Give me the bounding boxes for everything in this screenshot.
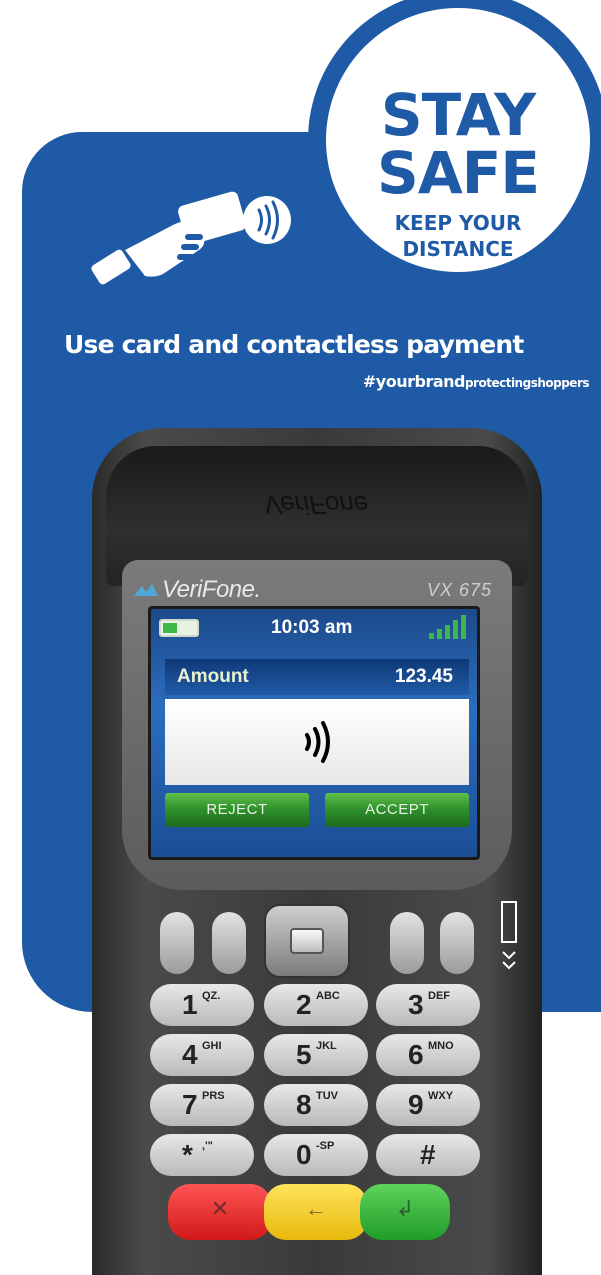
key-number: 8 (296, 1089, 312, 1120)
key-letters: PRS (202, 1090, 225, 1102)
backspace-arrow-icon: ← (305, 1196, 327, 1221)
function-key-3[interactable] (390, 912, 424, 974)
key-letters: DEF (428, 990, 450, 1002)
badge-inner-circle: STAY SAFE KEEP YOUR DISTANCE (326, 8, 590, 272)
key-letters: TUV (316, 1090, 338, 1102)
terminal-face: VeriFone. VX 675 10:03 am Amount 123.45 (122, 560, 512, 890)
key-letters: GHI (202, 1040, 222, 1052)
key-7[interactable]: 7 PRS (150, 1084, 254, 1126)
key-letters: ABC (316, 990, 340, 1002)
key-number: 9 (408, 1089, 424, 1120)
key-number: 1 (182, 989, 198, 1020)
hashtag-suffix: protectingshoppers (464, 376, 590, 390)
key-number: 4 (182, 1039, 198, 1070)
key-letters: JKL (316, 1040, 337, 1052)
badge-stay: STAY (380, 81, 536, 149)
hand-with-card-icon (91, 191, 291, 285)
cancel-key[interactable]: ✕ (168, 1184, 272, 1240)
key-number: # (420, 1139, 436, 1170)
function-key-1[interactable] (160, 912, 194, 974)
hashtag-brand: #yourbrand (362, 372, 466, 391)
model-number: VX 675 (426, 580, 492, 600)
key-number: 2 (296, 989, 312, 1020)
amount-label: Amount (177, 666, 249, 687)
signal-strength-icon (429, 615, 466, 639)
key-3[interactable]: 3 DEF (376, 984, 480, 1026)
tap-area (165, 699, 469, 785)
function-key-2[interactable] (212, 912, 246, 974)
verifone-logo-icon (134, 584, 158, 596)
navigation-center-button[interactable] (290, 928, 324, 954)
key-number: 0 (296, 1139, 312, 1170)
key-8[interactable]: 8 TUV (264, 1084, 368, 1126)
hashtag: #yourbrandprotectingshoppers (362, 372, 590, 391)
clock: 10:03 am (271, 617, 353, 638)
key-star[interactable]: * ,'" (150, 1134, 254, 1176)
navigation-pad[interactable] (264, 904, 350, 978)
function-key-4[interactable] (440, 912, 474, 974)
stay-safe-badge: STAY SAFE KEEP YOUR DISTANCE (308, 0, 601, 290)
enter-key[interactable]: ↲ (360, 1184, 450, 1240)
clear-key[interactable]: ← (264, 1184, 368, 1240)
key-0[interactable]: 0 -SP (264, 1134, 368, 1176)
key-number: 7 (182, 1089, 198, 1120)
key-2[interactable]: 2 ABC (264, 984, 368, 1026)
badge-safe: SAFE (377, 139, 540, 207)
printer-logo: VeriFone (263, 490, 369, 520)
reject-button[interactable]: REJECT (165, 793, 309, 827)
payment-terminal: VeriFone VeriFone. VX 675 10:03 am Amoun… (92, 428, 542, 1275)
cancel-x-icon: ✕ (210, 1196, 230, 1221)
battery-icon (159, 619, 199, 637)
key-number: 6 (408, 1039, 424, 1070)
enter-arrow-icon: ↲ (395, 1196, 415, 1221)
accept-button[interactable]: ACCEPT (325, 793, 469, 827)
key-letters: ,'" (202, 1140, 213, 1152)
amount-bar: Amount 123.45 (165, 659, 469, 695)
key-6[interactable]: 6 MNO (376, 1034, 480, 1076)
key-letters: -SP (316, 1140, 335, 1152)
brand-name: VeriFone. (162, 576, 261, 603)
headline: Use card and contactless payment (64, 330, 524, 359)
key-1[interactable]: 1 QZ. (150, 984, 254, 1026)
key-number: 5 (296, 1039, 312, 1070)
key-4[interactable]: 4 GHI (150, 1034, 254, 1076)
key-letters: QZ. (202, 990, 221, 1002)
key-number: * (182, 1139, 193, 1170)
terminal-screen: 10:03 am Amount 123.45 REJECT ACCEPT (148, 606, 480, 860)
key-letters: WXY (428, 1090, 454, 1102)
key-5[interactable]: 5 JKL (264, 1034, 368, 1076)
amount-value: 123.45 (394, 666, 453, 687)
key-9[interactable]: 9 WXY (376, 1084, 480, 1126)
badge-keep-your: KEEP YOUR (394, 211, 522, 235)
card-slot-icon (501, 901, 517, 970)
contactless-icon (305, 721, 330, 763)
key-number: 3 (408, 989, 424, 1020)
key-hash[interactable]: # (376, 1134, 480, 1176)
key-letters: MNO (428, 1040, 454, 1052)
badge-distance: DISTANCE (402, 237, 514, 261)
